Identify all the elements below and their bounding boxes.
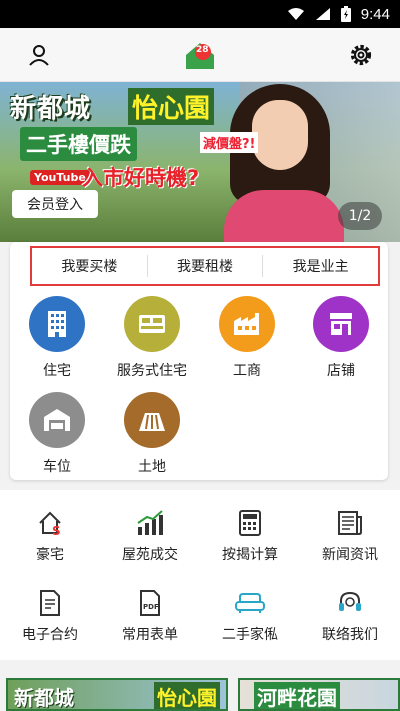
category-residential[interactable]: 住宅 xyxy=(12,296,102,382)
settings-button[interactable] xyxy=(344,38,378,72)
category-shop[interactable]: 店铺 xyxy=(296,296,386,382)
calculator-icon xyxy=(200,506,300,540)
category-label: 土地 xyxy=(138,459,166,475)
service-mortgage-calculator[interactable]: 按揭计算 xyxy=(200,506,300,572)
services-grid: S 豪宅 屋苑成交 按揭计算 新闻资讯 电子合约 PDF 常用表单 二手家俬 联… xyxy=(0,490,400,660)
service-contact-us[interactable]: 联络我们 xyxy=(300,586,400,652)
category-commercial[interactable]: 工商 xyxy=(202,296,292,382)
banner-subtitle: 二手樓價跌 xyxy=(20,127,137,161)
tab-owner[interactable]: 我是业主 xyxy=(263,256,378,276)
factory-icon xyxy=(219,296,275,352)
sofa-icon xyxy=(200,586,300,620)
banner-page-indicator: 1/2 xyxy=(338,202,382,230)
tab-rent[interactable]: 我要租楼 xyxy=(148,256,263,276)
banner-title-right: 怡心園 xyxy=(128,88,215,125)
service-estate-transactions[interactable]: 屋苑成交 xyxy=(100,506,200,572)
clock: 9:44 xyxy=(360,5,390,23)
logo-number: 28 xyxy=(196,44,209,55)
service-e-contract[interactable]: 电子合约 xyxy=(0,586,100,652)
bed-icon xyxy=(124,296,180,352)
svg-text:S: S xyxy=(52,524,61,537)
category-label: 住宅 xyxy=(43,363,71,379)
status-bar: 9:44 xyxy=(0,0,400,28)
service-news[interactable]: 新闻资讯 xyxy=(300,506,400,572)
banner-title-left: 新都城 xyxy=(10,94,92,124)
promo-title-left: 新都城 xyxy=(14,686,74,710)
shop-icon xyxy=(313,296,369,352)
service-luxury-home[interactable]: S 豪宅 xyxy=(0,506,100,572)
service-label: 二手家俬 xyxy=(222,627,278,643)
service-label: 按揭计算 xyxy=(222,547,278,563)
category-land[interactable]: 土地 xyxy=(107,392,197,478)
service-second-hand-furniture[interactable]: 二手家俬 xyxy=(200,586,300,652)
bar-chart-icon xyxy=(100,506,200,540)
service-label: 豪宅 xyxy=(36,547,64,563)
property-category-card: 我要买楼 我要租楼 我是业主 住宅 服务式住宅 工商 店铺 车位 土地 xyxy=(10,242,388,480)
youtube-badge: YouTube xyxy=(30,170,90,185)
headset-icon xyxy=(300,586,400,620)
svg-text:PDF: PDF xyxy=(143,603,159,611)
battery-icon xyxy=(340,6,351,22)
promo-card-2[interactable]: 河畔花園 xyxy=(238,678,400,711)
app-bar: 28 xyxy=(0,28,400,82)
banner-presenter-image xyxy=(224,82,344,242)
house-logo-icon xyxy=(186,42,214,69)
land-icon xyxy=(124,392,180,448)
promo-card-1[interactable]: 新都城 怡心園 xyxy=(6,678,228,711)
banner-tagline: 入市好時機? xyxy=(82,166,200,190)
category-parking[interactable]: 车位 xyxy=(12,392,102,478)
tab-buy[interactable]: 我要买楼 xyxy=(32,256,147,276)
banner-tag: 減價盤?! xyxy=(200,132,259,153)
garage-icon xyxy=(29,392,85,448)
building-icon xyxy=(29,296,85,352)
promo-title-left: 河畔花園 xyxy=(254,682,340,709)
promo-title-right: 怡心園 xyxy=(154,682,220,709)
category-label: 服务式住宅 xyxy=(117,363,187,379)
service-label: 屋苑成交 xyxy=(122,547,178,563)
category-label: 工商 xyxy=(233,363,261,379)
category-label: 车位 xyxy=(43,459,71,475)
service-label: 电子合约 xyxy=(22,627,78,643)
profile-button[interactable] xyxy=(22,38,56,72)
service-label: 联络我们 xyxy=(322,627,378,643)
app-logo: 28 xyxy=(184,39,216,71)
luxury-home-icon: S xyxy=(0,506,100,540)
purpose-tabs: 我要买楼 我要租楼 我是业主 xyxy=(30,246,380,286)
category-label: 店铺 xyxy=(327,363,355,379)
signal-icon xyxy=(315,8,330,20)
category-serviced-apartment[interactable]: 服务式住宅 xyxy=(107,296,197,382)
service-common-forms[interactable]: PDF 常用表单 xyxy=(100,586,200,652)
document-icon xyxy=(0,586,100,620)
pdf-icon: PDF xyxy=(100,586,200,620)
newspaper-icon xyxy=(300,506,400,540)
service-label: 常用表单 xyxy=(122,627,178,643)
wifi-icon xyxy=(287,8,304,20)
gear-icon xyxy=(350,44,372,65)
user-icon xyxy=(29,44,49,66)
service-label: 新闻资讯 xyxy=(322,547,378,563)
member-login-button[interactable]: 会员登入 xyxy=(12,190,98,218)
